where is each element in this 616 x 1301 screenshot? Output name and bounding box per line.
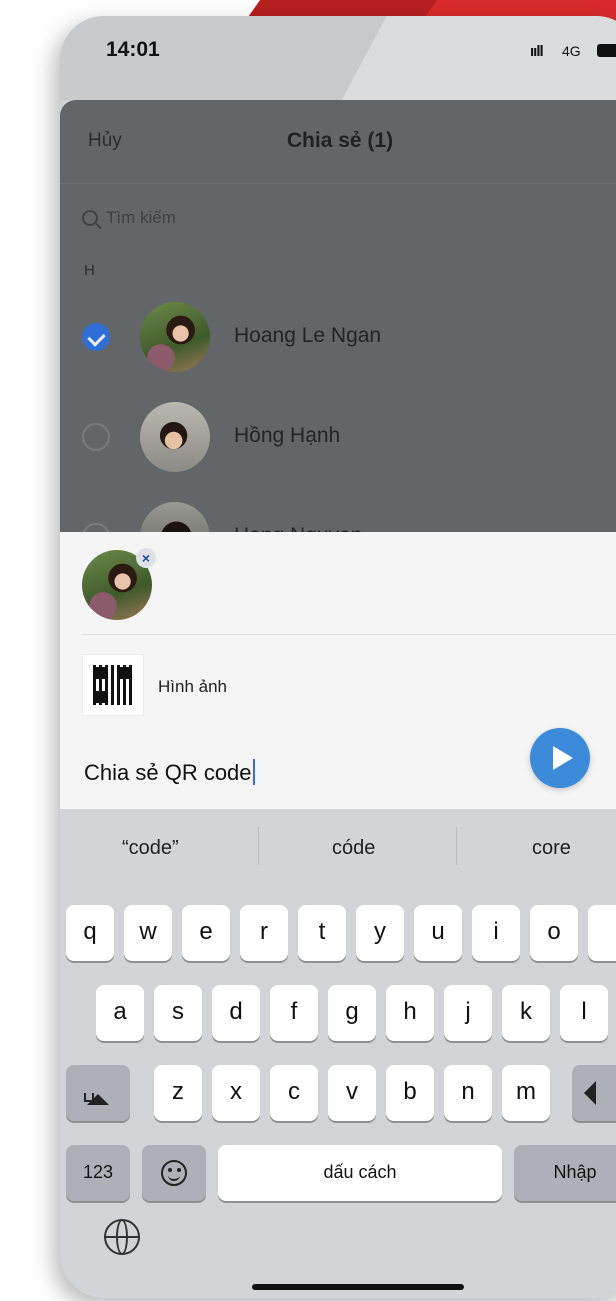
key-x[interactable]: x [212, 1065, 260, 1121]
contact-row[interactable]: Hoang Le Ngan [82, 296, 616, 376]
backspace-key[interactable] [572, 1065, 616, 1121]
suggestion-item[interactable]: core [532, 837, 571, 860]
key-d[interactable]: d [212, 985, 260, 1041]
key-n[interactable]: n [444, 1065, 492, 1121]
key-k[interactable]: k [502, 985, 550, 1041]
backspace-icon [584, 1081, 596, 1105]
key-h[interactable]: h [386, 985, 434, 1041]
globe-icon[interactable] [104, 1219, 140, 1255]
avatar [140, 302, 210, 372]
status-bar: 14:01 ııll 4G [60, 16, 616, 136]
checkbox-checked-icon[interactable] [82, 323, 110, 351]
contact-section-header: H [84, 262, 95, 279]
numbers-key[interactable]: 123 [66, 1145, 130, 1201]
key-c[interactable]: c [270, 1065, 318, 1121]
compose-panel: × Hình ảnh Chia sẻ QR code [60, 532, 616, 809]
key-m[interactable]: m [502, 1065, 550, 1121]
key-r[interactable]: r [240, 905, 288, 961]
contact-row[interactable]: Hồng Hạnh [82, 396, 616, 476]
home-indicator [252, 1284, 464, 1290]
network-type: 4G [562, 43, 581, 59]
avatar [140, 402, 210, 472]
key-p-partial[interactable] [588, 905, 616, 961]
share-sheet-title: Chia sẻ (1) [286, 129, 394, 152]
signal-icon: ııll [530, 43, 544, 60]
key-o[interactable]: o [530, 905, 578, 961]
emoji-icon [161, 1159, 187, 1186]
key-j[interactable]: j [444, 985, 492, 1041]
key-b[interactable]: b [386, 1065, 434, 1121]
key-z[interactable]: z [154, 1065, 202, 1121]
remove-recipient-button[interactable]: × [136, 548, 156, 568]
checkbox-empty-icon[interactable] [82, 423, 110, 451]
suggestion-divider [258, 827, 259, 865]
key-i[interactable]: i [472, 905, 520, 961]
search-icon [82, 210, 98, 226]
key-u[interactable]: u [414, 905, 462, 961]
status-time: 14:01 [106, 38, 160, 61]
shift-key[interactable] [66, 1065, 130, 1121]
key-l[interactable]: l [560, 985, 608, 1041]
share-sheet-header: Hủy Chia sẻ (1) [60, 100, 616, 184]
battery-icon [597, 44, 616, 57]
suggestion-bar: “code” códe core [60, 809, 616, 889]
text-caret [252, 759, 255, 785]
phone-screen: 14:01 ııll 4G Hủy Chia sẻ (1) Tìm kiếm H… [60, 16, 616, 1298]
return-key[interactable]: Nhập [514, 1145, 616, 1201]
message-text: Chia sẻ QR code [84, 760, 252, 785]
key-e[interactable]: e [182, 905, 230, 961]
search-input[interactable]: Tìm kiếm [82, 208, 176, 228]
qr-code-icon [93, 665, 133, 705]
send-button[interactable] [530, 728, 590, 788]
key-w[interactable]: w [124, 905, 172, 961]
emoji-key[interactable] [142, 1145, 206, 1201]
key-f[interactable]: f [270, 985, 318, 1041]
key-q[interactable]: q [66, 905, 114, 961]
contact-name: Hoang Le Ngan [234, 324, 382, 347]
attachment-thumbnail[interactable] [82, 654, 144, 716]
key-y[interactable]: y [356, 905, 404, 961]
space-key[interactable]: dấu cách [218, 1145, 502, 1201]
divider [82, 634, 616, 635]
search-placeholder: Tìm kiếm [106, 208, 176, 227]
key-t[interactable]: t [298, 905, 346, 961]
share-sheet: Hủy Chia sẻ (1) Tìm kiếm H Hoang Le Ngan… [60, 100, 616, 540]
message-input[interactable]: Chia sẻ QR code [84, 759, 255, 786]
contact-name: Hồng Hạnh [234, 424, 341, 447]
shift-icon-stem [84, 1093, 94, 1102]
key-a[interactable]: a [96, 985, 144, 1041]
key-s[interactable]: s [154, 985, 202, 1041]
suggestion-divider [456, 827, 457, 865]
key-g[interactable]: g [328, 985, 376, 1041]
keyboard: “code” códe core q w e r t y u i o a s d… [60, 809, 616, 1298]
suggestion-item[interactable]: “code” [122, 837, 179, 860]
attachment-label: Hình ảnh [158, 677, 227, 696]
suggestion-item[interactable]: códe [332, 837, 375, 860]
key-v[interactable]: v [328, 1065, 376, 1121]
